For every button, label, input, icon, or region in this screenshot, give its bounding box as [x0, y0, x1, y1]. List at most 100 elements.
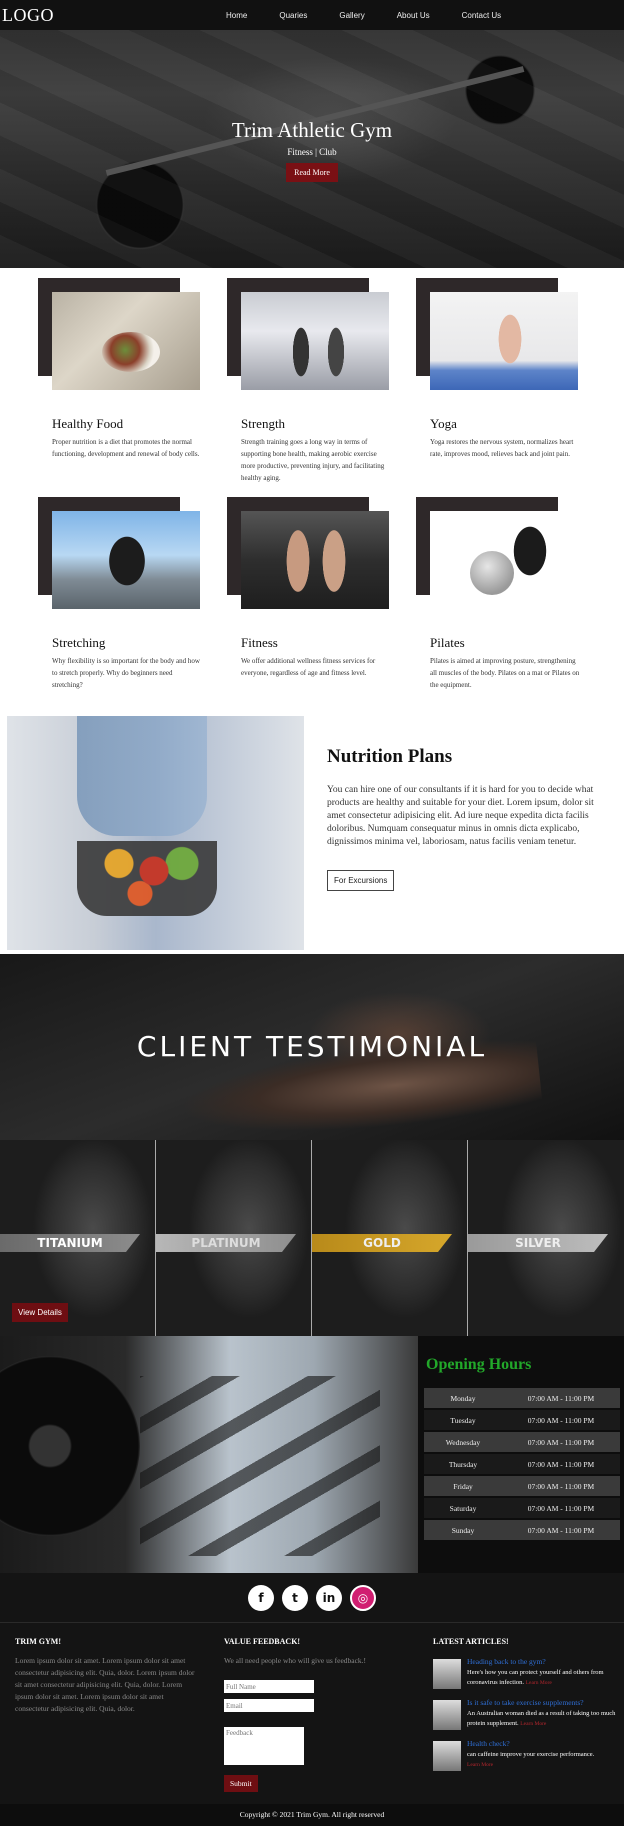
plan-label: SILVER — [468, 1234, 608, 1252]
hours-day: Tuesday — [450, 1415, 476, 1425]
footer-feedback-text: We all need people who will give us feed… — [224, 1656, 367, 1665]
twitter-icon[interactable]: t — [282, 1584, 308, 1611]
article-summary: Here's how you can protect yourself and … — [467, 1668, 617, 1688]
read-more-button[interactable]: Read More — [286, 163, 338, 182]
hours-table: Monday 07:00 AM - 11:00 PM Tuesday 07:00 A… — [424, 1388, 620, 1542]
hours-day: Friday — [453, 1481, 473, 1491]
testimonial-banner: CLIENT TESTIMONIAL — [0, 954, 624, 1140]
service-card-pilates: Pilates Pilates is aimed at improving po… — [416, 497, 586, 697]
service-card-yoga: Yoga Yoga restores the nervous system, n… — [416, 278, 586, 478]
footer: TRIM GYM! Lorem ipsum dolor sit amet. Lo… — [0, 1623, 624, 1804]
service-card-fitness: Fitness We offer additional wellness fit… — [227, 497, 397, 697]
hero-content: Trim Athletic Gym Fitness | Club Read Mo… — [0, 118, 624, 182]
plan-label: TITANIUM — [0, 1234, 140, 1252]
service-title: Stretching — [52, 635, 106, 650]
footer-about-heading: TRIM GYM! — [15, 1637, 61, 1646]
instagram-icon[interactable]: ◎ — [350, 1584, 376, 1611]
service-title: Healthy Food — [52, 416, 124, 431]
hours-time: 07:00 AM - 11:00 PM — [527, 1393, 595, 1403]
footer-articles-heading: LATEST ARTICLES! — [433, 1637, 509, 1646]
nav-link-contact-us[interactable]: Contact Us — [462, 11, 502, 20]
opening-hours-section: Opening Hours Monday 07:00 AM - 11:00 PM … — [0, 1336, 624, 1573]
article-summary: can caffeine improve your exercise perfo… — [467, 1750, 617, 1770]
testimonial-title: CLIENT TESTIMONIAL — [136, 1030, 488, 1063]
plan-label: PLATINUM — [156, 1234, 296, 1252]
service-text: Proper nutrition is a diet that promotes… — [52, 438, 200, 458]
nutrition-text: You can hire one of our consultants if i… — [327, 785, 594, 847]
social-links: f t in ◎ — [0, 1573, 624, 1623]
hours-day: Sunday — [451, 1525, 475, 1535]
linkedin-icon[interactable]: in — [316, 1584, 342, 1611]
yoga-image — [430, 292, 578, 390]
footer-feedback-heading: VALUE FEEDBACK! — [224, 1637, 301, 1646]
learn-more-link[interactable]: Learn More — [467, 1762, 493, 1768]
strength-image — [241, 292, 389, 390]
plan-platinum[interactable]: PLATINUM — [156, 1140, 312, 1336]
article-item: Health check? can caffeine improve your … — [433, 1739, 623, 1773]
hours-time: 07:00 AM - 11:00 PM — [527, 1525, 595, 1535]
hours-time: 07:00 AM - 11:00 PM — [527, 1437, 595, 1447]
plan-titanium[interactable]: TITANIUM View Details — [0, 1140, 156, 1336]
submit-button[interactable]: Submit — [224, 1775, 258, 1792]
hours-time: 07:00 AM - 11:00 PM — [527, 1481, 595, 1491]
hours-day: Monday — [450, 1393, 476, 1403]
logo[interactable]: LOGO — [2, 5, 54, 26]
full-name-input[interactable] — [224, 1680, 314, 1693]
service-card-stretching: Stretching Why flexibility is so importa… — [38, 497, 208, 697]
stretching-image — [52, 511, 200, 609]
page: LOGO Home Quaries Gallery About Us Conta… — [0, 0, 624, 1826]
article-summary: An Australian woman died as a result of … — [467, 1709, 617, 1729]
hours-row: Tuesday 07:00 AM - 11:00 PM — [424, 1410, 620, 1430]
nav-link-home[interactable]: Home — [226, 11, 247, 20]
plans-section: TITANIUM View Details PLATINUM GOLD SILV… — [0, 1140, 624, 1336]
article-thumbnail — [433, 1741, 461, 1771]
nav-link-about-us[interactable]: About Us — [397, 11, 430, 20]
service-title: Yoga — [430, 416, 457, 431]
service-card-healthy-food: Healthy Food Proper nutrition is a diet … — [38, 278, 208, 478]
article-thumbnail — [433, 1700, 461, 1730]
service-text: Yoga restores the nervous system, normal… — [430, 438, 574, 458]
nav-link-quaries[interactable]: Quaries — [279, 11, 307, 20]
hours-row: Monday 07:00 AM - 11:00 PM — [424, 1388, 620, 1408]
article-title-link[interactable]: Heading back to the gym? — [467, 1657, 546, 1666]
hours-row: Sunday 07:00 AM - 11:00 PM — [424, 1520, 620, 1540]
hero-title: Trim Athletic Gym — [231, 118, 393, 142]
service-text: Strength training goes a long way in ter… — [241, 438, 385, 482]
opening-hours-title: Opening Hours — [426, 1356, 532, 1373]
email-input[interactable] — [224, 1699, 314, 1712]
for-excursions-button[interactable]: For Excursions — [327, 870, 395, 891]
service-text: We offer additional wellness fitness ser… — [241, 657, 376, 677]
nutrition-basket-image — [7, 716, 304, 950]
hours-row: Saturday 07:00 AM - 11:00 PM — [424, 1498, 620, 1518]
article-text: can caffeine improve your exercise perfo… — [467, 1751, 595, 1758]
nav-links: Home Quaries Gallery About Us Contact Us — [226, 0, 533, 30]
view-details-button[interactable]: View Details — [12, 1303, 68, 1322]
facebook-icon[interactable]: f — [248, 1584, 274, 1611]
article-item: Is it safe to take exercise supplements?… — [433, 1698, 623, 1732]
hours-day: Thursday — [448, 1459, 478, 1469]
article-title-link[interactable]: Health check? — [467, 1739, 510, 1748]
learn-more-link[interactable]: Learn More — [526, 1680, 552, 1686]
fitness-image — [241, 511, 389, 609]
nutrition-section: Nutrition Plans You can hire one of our … — [0, 716, 624, 954]
dumbbell-rack-image — [0, 1336, 418, 1573]
hours-time: 07:00 AM - 11:00 PM — [527, 1415, 595, 1425]
learn-more-link[interactable]: Learn More — [520, 1721, 546, 1727]
nutrition-title: Nutrition Plans — [327, 746, 453, 767]
hours-row: Wednesday 07:00 AM - 11:00 PM — [424, 1432, 620, 1452]
hours-row: Thursday 07:00 AM - 11:00 PM — [424, 1454, 620, 1474]
plan-gold[interactable]: GOLD — [312, 1140, 468, 1336]
plan-label: GOLD — [312, 1234, 452, 1252]
hours-time: 07:00 AM - 11:00 PM — [527, 1459, 595, 1469]
service-title: Pilates — [430, 635, 465, 650]
service-text: Pilates is aimed at improving posture, s… — [430, 657, 580, 689]
plan-silver[interactable]: SILVER — [468, 1140, 624, 1336]
hero-section: Trim Athletic Gym Fitness | Club Read Mo… — [0, 0, 624, 268]
service-title: Fitness — [241, 635, 278, 650]
article-title-link[interactable]: Is it safe to take exercise supplements? — [467, 1698, 584, 1707]
feedback-textarea[interactable] — [224, 1727, 304, 1765]
hours-time: 07:00 AM - 11:00 PM — [527, 1503, 595, 1513]
nav-link-gallery[interactable]: Gallery — [339, 11, 364, 20]
service-title: Strength — [241, 416, 286, 431]
navbar: LOGO Home Quaries Gallery About Us Conta… — [0, 0, 624, 30]
